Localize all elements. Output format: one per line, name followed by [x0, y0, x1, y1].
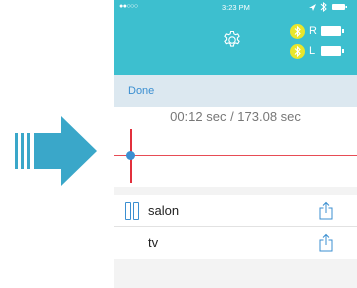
status-icons: [309, 2, 347, 12]
status-bar: ●●○○○ 3:23 PM: [114, 0, 357, 14]
toolbar: Done: [114, 75, 357, 107]
recordings-list: salon tv: [114, 195, 357, 259]
share-icon[interactable]: [319, 233, 333, 252]
playhead-handle[interactable]: [126, 151, 135, 160]
settings-gear-icon[interactable]: [222, 30, 242, 50]
device-side-label: L: [309, 45, 316, 57]
bluetooth-icon: [290, 44, 305, 59]
recording-name: salon: [148, 203, 180, 218]
pointer-arrow-icon: [15, 113, 101, 199]
battery-icon: [321, 46, 344, 56]
phone-screen: ●●○○○ 3:23 PM R L Done 00:12 sec / 173.0…: [114, 0, 357, 288]
playback-timecode: 00:12 sec / 173.08 sec: [170, 109, 301, 124]
list-item[interactable]: salon: [114, 195, 357, 227]
pause-icon[interactable]: [125, 202, 139, 220]
status-time: 3:23 PM: [222, 3, 250, 12]
done-button[interactable]: Done: [128, 85, 154, 97]
share-icon[interactable]: [319, 201, 333, 220]
left-hearing-device[interactable]: L: [290, 44, 350, 59]
battery-icon: [321, 26, 344, 36]
bluetooth-icon: [290, 24, 305, 39]
right-hearing-device[interactable]: R: [290, 24, 350, 39]
device-side-label: R: [309, 25, 317, 37]
recording-name: tv: [148, 235, 159, 250]
waveform-view[interactable]: 00:12 sec / 173.08 sec: [114, 107, 357, 187]
list-item[interactable]: tv: [114, 227, 357, 259]
signal-strength: ●●○○○: [119, 3, 138, 10]
app-header: ●●○○○ 3:23 PM R L: [114, 0, 357, 75]
waveform-line: [114, 155, 357, 156]
